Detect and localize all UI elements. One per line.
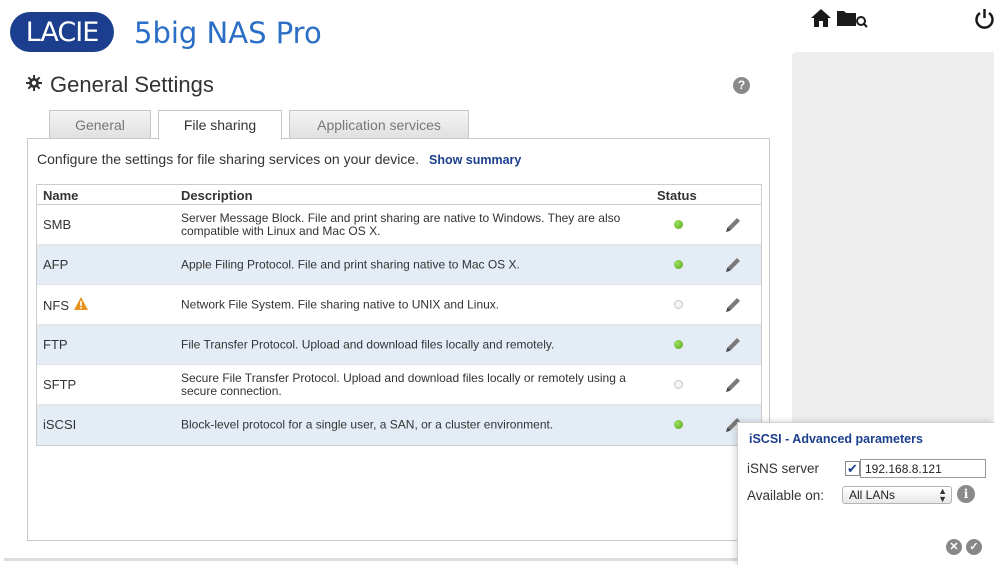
service-description: Block-level protocol for a single user, … bbox=[181, 417, 554, 432]
status-indicator bbox=[674, 340, 683, 349]
intro-label: Configure the settings for file sharing … bbox=[37, 151, 420, 167]
services-table: Name Description Status SMB Server Messa… bbox=[36, 184, 762, 446]
status-indicator bbox=[674, 420, 683, 429]
lacie-logo: LACIE bbox=[10, 12, 114, 52]
service-description: Secure File Transfer Protocol. Upload an… bbox=[181, 370, 626, 398]
popup-title: iSCSI - Advanced parameters bbox=[749, 432, 923, 446]
service-name: SFTP bbox=[43, 377, 77, 392]
table-row: AFP Apple Filing Protocol. File and prin… bbox=[37, 245, 761, 285]
file-sharing-panel: Configure the settings for file sharing … bbox=[27, 138, 770, 541]
table-row: SFTP Secure File Transfer Protocol. Uplo… bbox=[37, 365, 761, 405]
page-title: General Settings bbox=[50, 72, 214, 97]
gear-icon bbox=[26, 74, 42, 96]
divider bbox=[4, 558, 737, 561]
home-icon[interactable] bbox=[810, 8, 832, 33]
service-name: AFP bbox=[43, 257, 69, 272]
isns-checkbox[interactable]: ✔ bbox=[845, 461, 860, 476]
table-header: Name Description Status bbox=[37, 185, 761, 205]
logo-text: LACIE bbox=[25, 16, 100, 48]
status-indicator bbox=[674, 220, 683, 229]
service-description: Server Message Block. File and print sha… bbox=[181, 210, 621, 238]
show-summary-link[interactable]: Show summary bbox=[429, 153, 521, 167]
isns-server-input[interactable] bbox=[860, 459, 986, 478]
isns-label: iSNS server bbox=[747, 461, 820, 476]
iscsi-advanced-popup: iSCSI - Advanced parameters iSNS server … bbox=[737, 422, 994, 565]
service-name: SMB bbox=[43, 217, 72, 232]
header-nav bbox=[810, 8, 868, 33]
product-name: 5big NAS Pro bbox=[134, 16, 322, 50]
help-icon[interactable]: ? bbox=[733, 77, 750, 94]
tab-general[interactable]: General bbox=[49, 110, 151, 139]
table-row: FTP File Transfer Protocol. Upload and d… bbox=[37, 325, 761, 365]
header-name: Name bbox=[43, 188, 79, 203]
status-indicator bbox=[674, 300, 683, 309]
select-arrows-icon: ▲ ▼ bbox=[938, 486, 947, 504]
status-indicator bbox=[674, 260, 683, 269]
service-name: NFS bbox=[43, 297, 69, 313]
page-header: General Settings bbox=[26, 72, 214, 98]
service-description: Apple Filing Protocol. File and print sh… bbox=[181, 257, 520, 271]
pencil-icon[interactable] bbox=[723, 295, 743, 315]
tab-application-services[interactable]: Application services bbox=[289, 110, 469, 139]
table-row: SMB Server Message Block. File and print… bbox=[37, 205, 761, 245]
header-description: Description bbox=[181, 188, 253, 203]
pencil-icon[interactable] bbox=[723, 255, 743, 275]
pencil-icon[interactable] bbox=[723, 375, 743, 395]
service-description: File Transfer Protocol. Upload and downl… bbox=[181, 337, 555, 351]
warning-icon bbox=[74, 297, 88, 313]
confirm-icon[interactable]: ✓ bbox=[966, 539, 982, 555]
pencil-icon[interactable] bbox=[723, 215, 743, 235]
header-status: Status bbox=[657, 188, 697, 203]
service-name-cell: NFS bbox=[43, 297, 88, 313]
tab-file-sharing[interactable]: File sharing bbox=[158, 110, 282, 140]
info-icon[interactable]: i bbox=[957, 485, 975, 503]
available-on-select[interactable]: All LANs ▲ ▼ bbox=[842, 486, 952, 504]
service-description: Network File System. File sharing native… bbox=[181, 297, 500, 311]
available-on-label: Available on: bbox=[747, 488, 825, 503]
table-row: NFS Network File System. File sharing na… bbox=[37, 285, 761, 325]
intro-text: Configure the settings for file sharing … bbox=[37, 151, 521, 167]
status-indicator bbox=[674, 380, 683, 389]
cancel-icon[interactable]: ✕ bbox=[946, 539, 962, 555]
service-name: FTP bbox=[43, 337, 68, 352]
power-icon[interactable] bbox=[975, 8, 994, 35]
service-name: iSCSI bbox=[43, 417, 77, 432]
available-on-value: All LANs bbox=[849, 488, 896, 502]
folder-icon[interactable] bbox=[836, 8, 868, 33]
table-row: iSCSI Block-level protocol for a single … bbox=[37, 405, 761, 445]
pencil-icon[interactable] bbox=[723, 335, 743, 355]
